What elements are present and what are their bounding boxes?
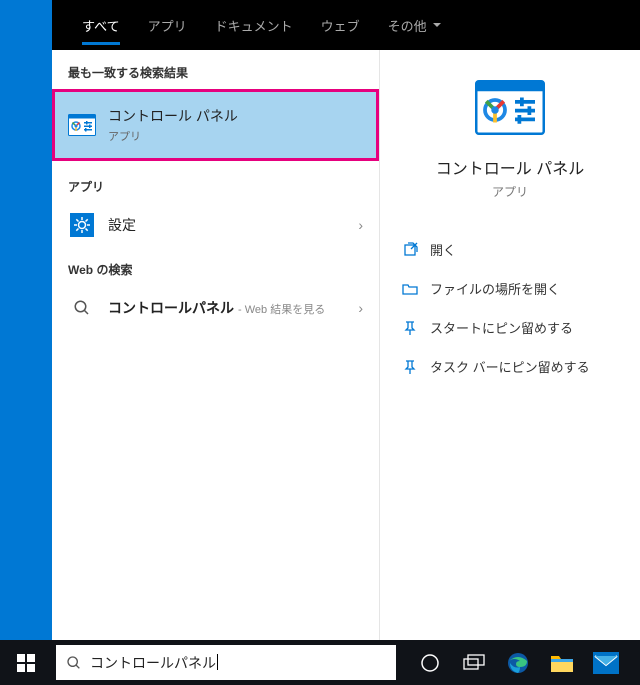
search-value: コントロールパネル [90, 653, 216, 673]
search-input[interactable]: コントロールパネル [56, 645, 396, 680]
result-settings[interactable]: 設定 › [52, 203, 379, 247]
results-column: 最も一致する検索結果 [52, 50, 380, 640]
result-text: コントロールパネル - Web 結果を見る [108, 298, 346, 318]
detail-subtitle: アプリ [492, 183, 528, 200]
action-label: スタートにピン留めする [430, 318, 573, 337]
content: 最も一致する検索結果 [52, 50, 640, 640]
detail-actions: 開く ファイルの場所を開く スタート [380, 230, 640, 386]
taskbar: コントロールパネル [0, 640, 640, 685]
settings-icon [68, 211, 96, 239]
search-panel: すべて アプリ ドキュメント ウェブ その他 最も一致する検索結果 [52, 0, 640, 640]
section-web-search: Web の検索 [52, 247, 379, 286]
cortana-icon [420, 653, 440, 673]
result-title: 設定 [108, 215, 346, 235]
task-view-button[interactable] [452, 640, 496, 685]
tab-apps[interactable]: アプリ [134, 0, 201, 51]
result-text: 設定 [108, 215, 346, 235]
tab-web[interactable]: ウェブ [307, 0, 374, 51]
detail-title: コントロール パネル [436, 155, 584, 179]
control-panel-large-icon [475, 80, 545, 135]
web-hint: - Web 結果を見る [238, 301, 325, 317]
section-apps: アプリ [52, 164, 379, 203]
section-best-match: 最も一致する検索結果 [52, 50, 379, 89]
action-pin-taskbar[interactable]: タスク バーにピン留めする [402, 347, 618, 386]
tab-other-label: その他 [388, 16, 427, 35]
result-text: コントロール パネル アプリ [108, 106, 363, 144]
tab-documents[interactable]: ドキュメント [201, 0, 307, 51]
tabs-bar: すべて アプリ ドキュメント ウェブ その他 [52, 0, 640, 50]
pin-icon [402, 320, 418, 336]
action-label: タスク バーにピン留めする [430, 357, 590, 376]
action-label: 開く [430, 240, 456, 259]
action-open[interactable]: 開く [402, 230, 618, 269]
tab-other[interactable]: その他 [374, 0, 455, 51]
explorer-button[interactable] [540, 640, 584, 685]
chevron-down-icon [433, 23, 441, 27]
result-title: コントロールパネル [108, 298, 234, 318]
edge-icon [506, 651, 530, 675]
start-button[interactable] [0, 640, 52, 685]
result-web-search[interactable]: コントロールパネル - Web 結果を見る › [52, 286, 379, 330]
chevron-right-icon: › [358, 300, 363, 316]
result-control-panel[interactable]: コントロール パネル アプリ [52, 89, 379, 161]
chevron-right-icon: › [358, 217, 363, 233]
edge-button[interactable] [496, 640, 540, 685]
taskbar-icons [408, 640, 628, 685]
action-label: ファイルの場所を開く [430, 279, 560, 298]
search-icon [66, 655, 82, 671]
pin-icon [402, 359, 418, 375]
mail-icon [593, 652, 619, 674]
result-subtitle: アプリ [108, 128, 363, 144]
action-pin-start[interactable]: スタートにピン留めする [402, 308, 618, 347]
mail-button[interactable] [584, 640, 628, 685]
folder-icon [402, 281, 418, 297]
control-panel-icon [68, 111, 96, 139]
detail-column: コントロール パネル アプリ 開く [380, 50, 640, 640]
open-icon [402, 242, 418, 258]
tab-all[interactable]: すべて [68, 0, 134, 51]
folder-icon [550, 653, 574, 673]
windows-icon [17, 654, 35, 672]
result-title: コントロール パネル [108, 106, 363, 126]
cortana-button[interactable] [408, 640, 452, 685]
action-file-location[interactable]: ファイルの場所を開く [402, 269, 618, 308]
search-icon [68, 294, 96, 322]
task-view-icon [463, 654, 485, 672]
